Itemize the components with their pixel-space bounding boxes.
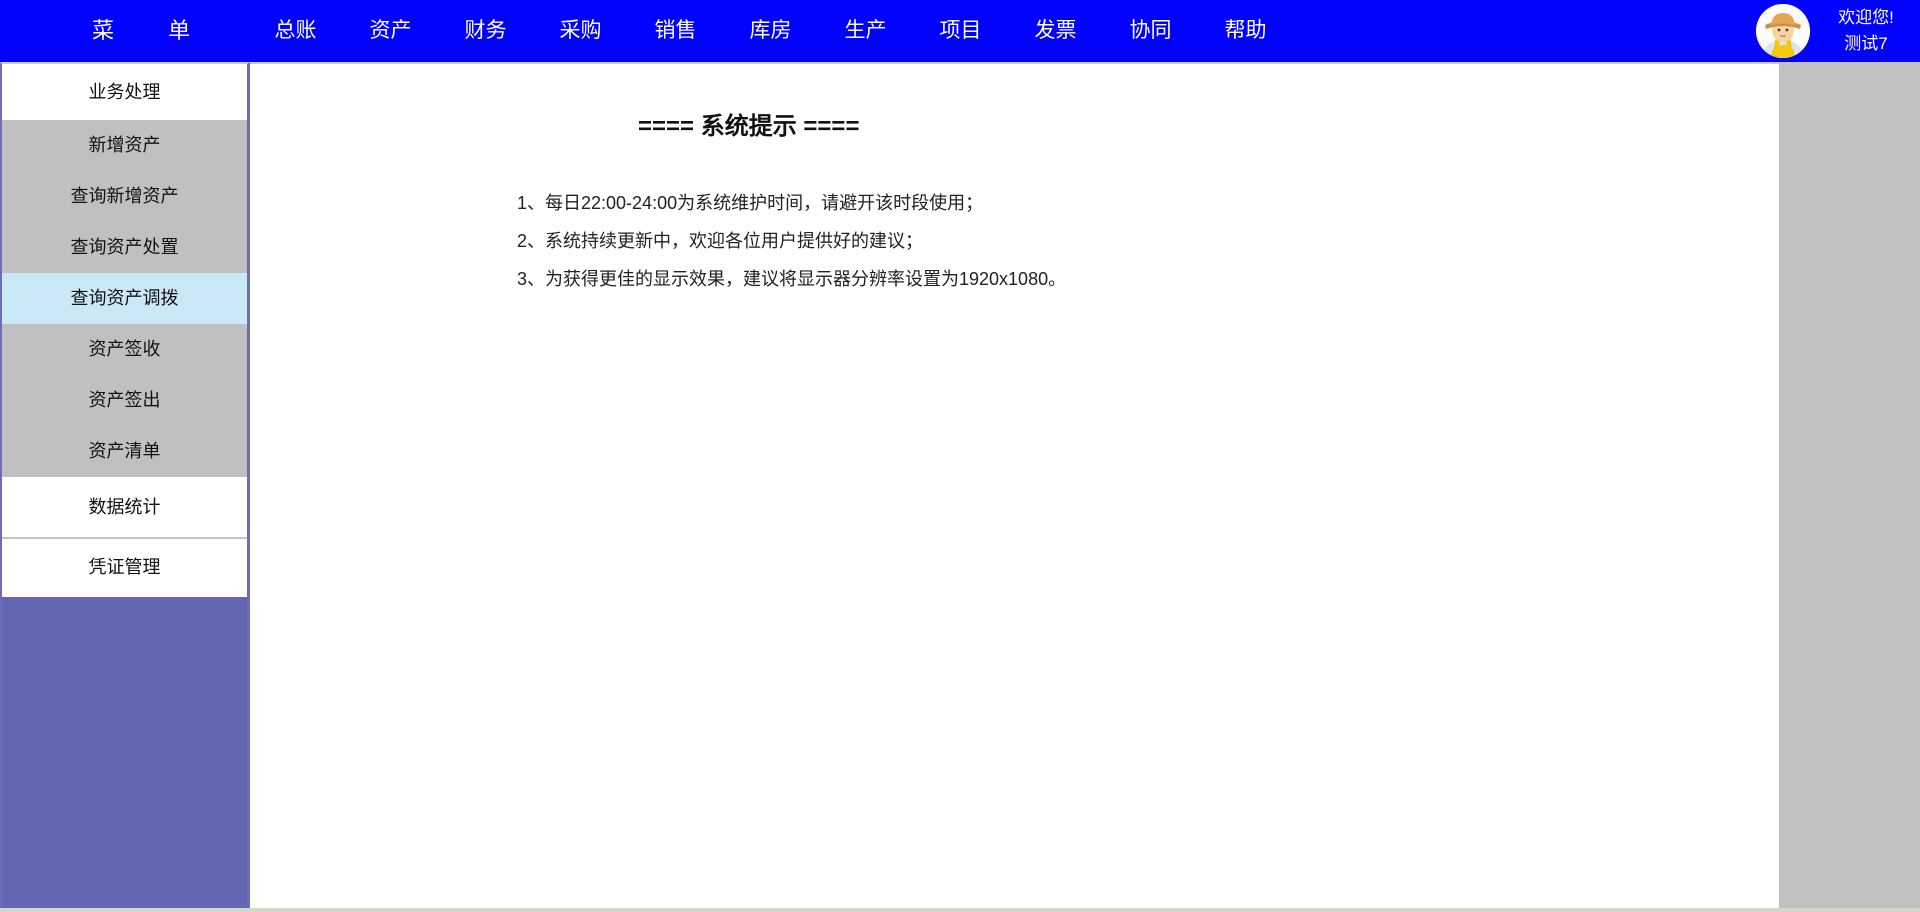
- farmer-avatar-icon[interactable]: [1756, 4, 1810, 58]
- sidebar-item[interactable]: 查询资产调拨: [2, 273, 247, 324]
- top-nav-item[interactable]: 发票: [1008, 0, 1103, 62]
- top-nav-item[interactable]: 项目: [913, 0, 1008, 62]
- welcome-greeting: 欢迎您!: [1838, 8, 1894, 27]
- user-area: 欢迎您! 测试7: [1756, 3, 1912, 59]
- top-nav-item[interactable]: 帮助: [1198, 0, 1293, 62]
- sidebar-item[interactable]: 数据统计: [2, 477, 247, 537]
- top-nav-item[interactable]: 协同: [1103, 0, 1198, 62]
- top-nav-item[interactable]: 销售: [628, 0, 723, 62]
- sidebar-item-label: 新增资产: [88, 135, 161, 155]
- main-content: ==== 系统提示 ==== 1、每日22:00-24:00为系统维护时间，请避…: [250, 62, 1779, 908]
- sidebar-menu: 业务处理 新增资产 查询新增资产 查询资产处置 查询资产调拨 资产签收 资产签出…: [2, 64, 247, 597]
- notice-line: 1、每日22:00-24:00为系统维护时间，请避开该时段使用；: [517, 193, 984, 213]
- sidebar-item-label: 资产签收: [88, 339, 161, 359]
- sidebar-item-label: 查询资产调拨: [70, 288, 179, 308]
- sidebar-item[interactable]: 资产签出: [2, 375, 247, 426]
- bottom-scrollbar-track[interactable]: [0, 908, 1920, 912]
- top-nav-item[interactable]: 采购: [533, 0, 628, 62]
- menu-button[interactable]: 菜 单: [92, 0, 214, 62]
- sidebar-item-label: 资产签出: [88, 390, 161, 410]
- top-nav-item[interactable]: 财务: [438, 0, 533, 62]
- notice-line: 3、为获得更佳的显示效果，建议将显示器分辨率设置为1920x1080。: [517, 269, 1067, 289]
- sidebar-item[interactable]: 业务处理: [2, 64, 247, 120]
- sidebar-item-label: 查询资产处置: [70, 237, 179, 257]
- notice-line: 2、系统持续更新中，欢迎各位用户提供好的建议；: [517, 231, 924, 251]
- sidebar-item-label: 数据统计: [88, 497, 161, 517]
- sidebar-item[interactable]: 新增资产: [2, 120, 247, 171]
- topbar: 菜 单 总账 资产 财务 采购 销售 库房 生产 项目 发票 协同 帮助 欢迎您…: [0, 0, 1920, 62]
- sidebar-item[interactable]: 资产签收: [2, 324, 247, 375]
- sidebar-item-label: 凭证管理: [88, 557, 161, 577]
- sidebar-item[interactable]: 查询资产处置: [2, 222, 247, 273]
- system-notice-title: ==== 系统提示 ====: [638, 113, 860, 140]
- sidebar: 业务处理 新增资产 查询新增资产 查询资产处置 查询资产调拨 资产签收 资产签出…: [0, 62, 250, 908]
- sidebar-item[interactable]: 查询新增资产: [2, 171, 247, 222]
- welcome-text: 欢迎您! 测试7: [1820, 5, 1912, 57]
- notice-list: 1、每日22:00-24:00为系统维护时间，请避开该时段使用； 2、系统持续更…: [517, 184, 1066, 298]
- sidebar-item[interactable]: 资产清单: [2, 426, 247, 477]
- top-nav-item[interactable]: 资产: [343, 0, 438, 62]
- sidebar-item-label: 查询新增资产: [70, 186, 179, 206]
- top-nav-item[interactable]: 库房: [723, 0, 818, 62]
- sidebar-item-label: 资产清单: [88, 441, 161, 461]
- top-nav: 总账 资产 财务 采购 销售 库房 生产 项目 发票 协同 帮助: [248, 0, 1293, 62]
- top-nav-item[interactable]: 总账: [248, 0, 343, 62]
- sidebar-item[interactable]: 凭证管理: [2, 537, 247, 597]
- top-nav-item[interactable]: 生产: [818, 0, 913, 62]
- right-gray-panel: [1779, 62, 1920, 908]
- sidebar-item-label: 业务处理: [88, 82, 161, 102]
- username: 测试7: [1844, 34, 1888, 53]
